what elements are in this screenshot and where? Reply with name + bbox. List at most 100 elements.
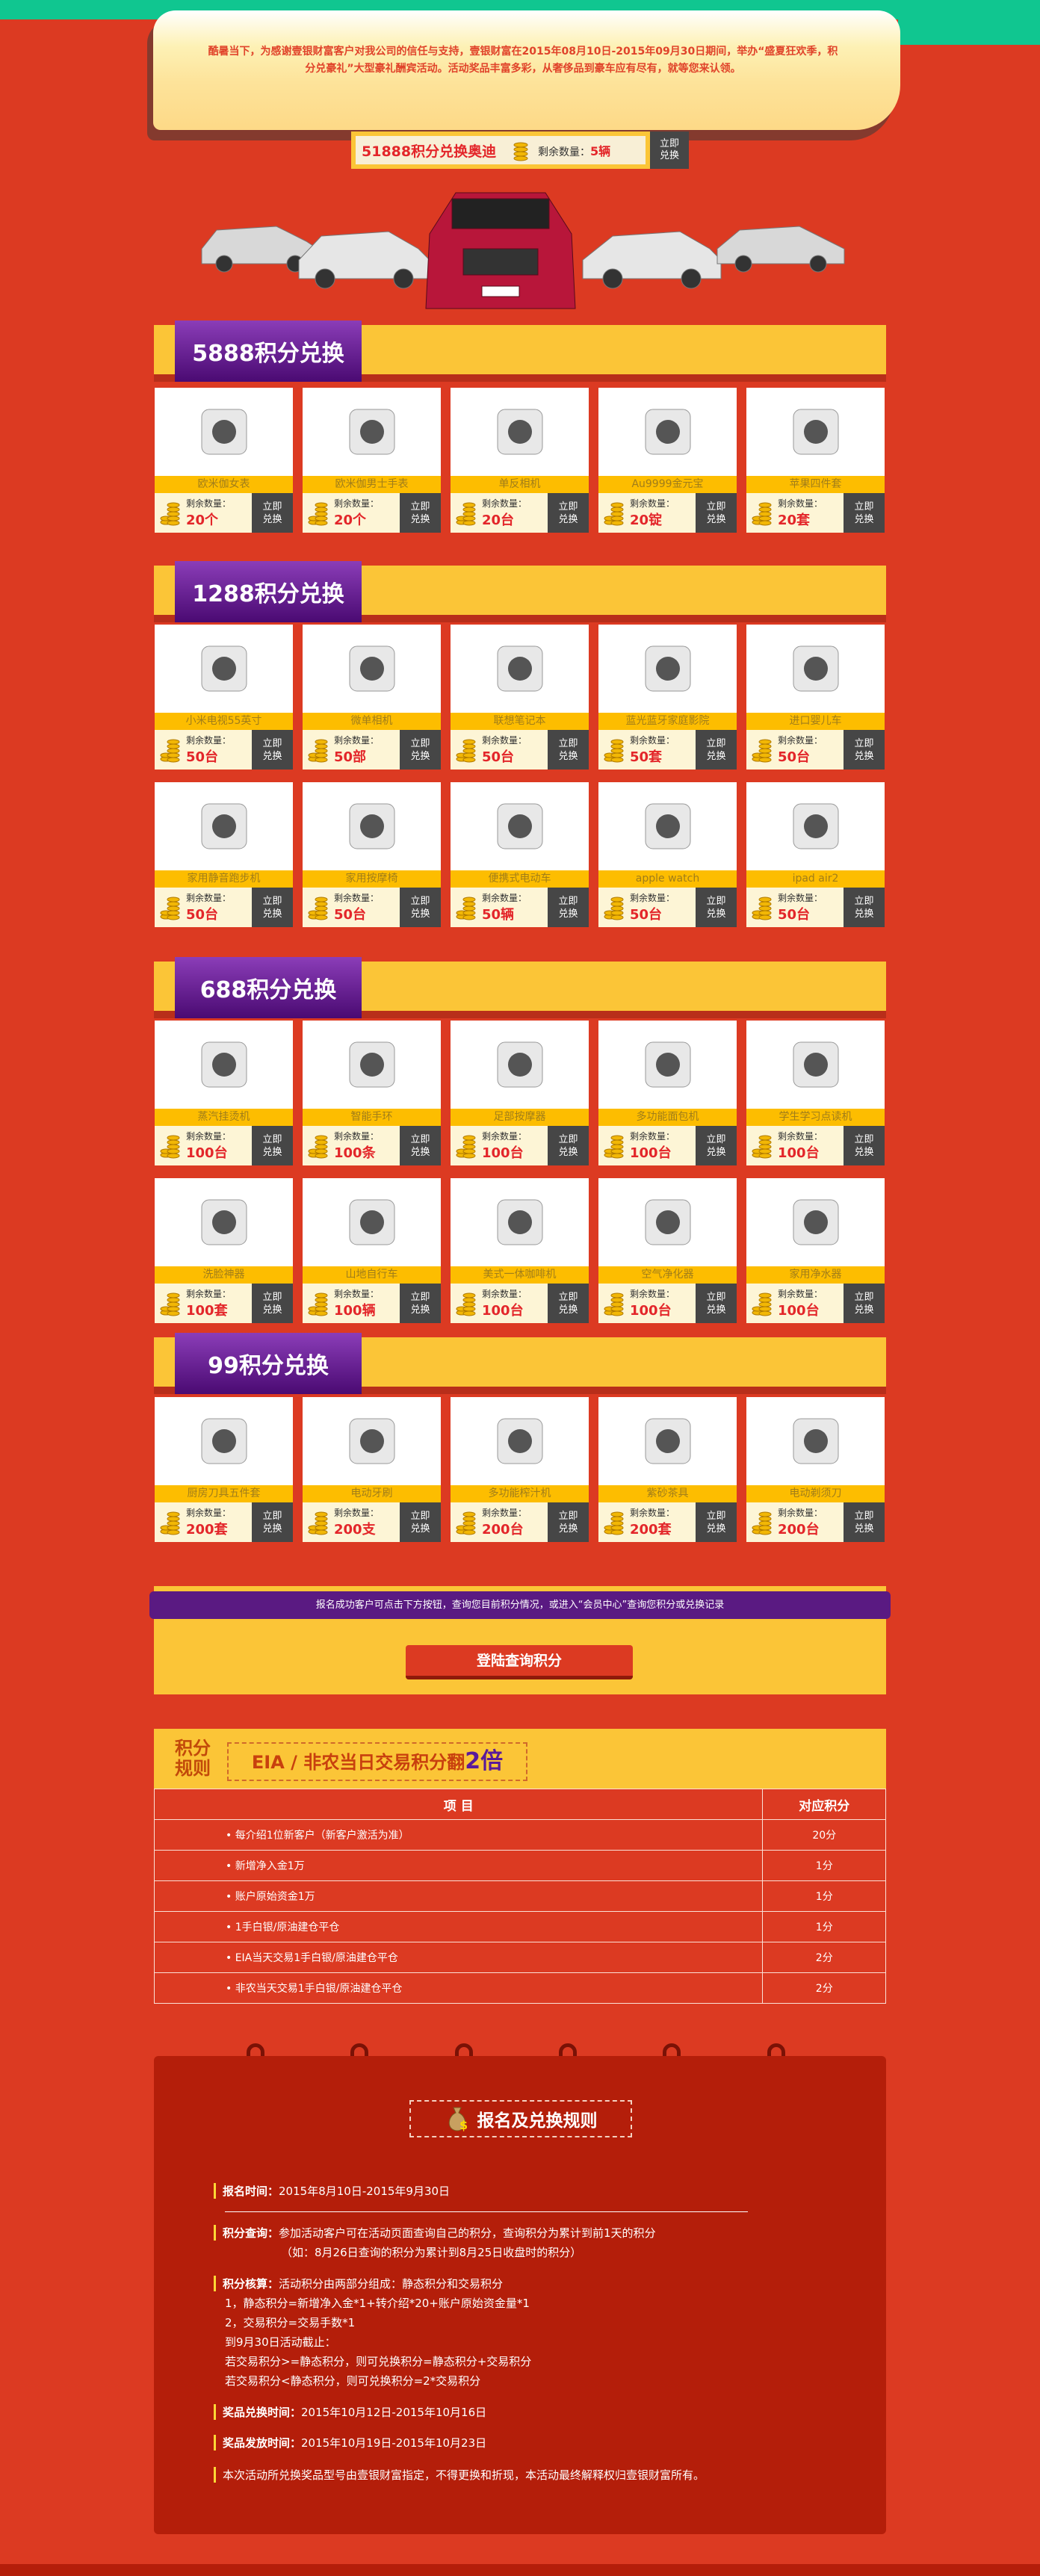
coins-icon [598, 1284, 630, 1323]
exchange-button[interactable]: 立即兑换 [400, 1502, 441, 1542]
rules-table: 项 目对应积分 • 每介绍1位新客户（新客户激活为准） 20分 • 新增净入金1万 1… [153, 1789, 886, 2004]
exchange-label[interactable]: 立即兑换 [854, 501, 874, 526]
remain-label: 剩余数量： [482, 735, 527, 746]
exchange-button[interactable]: 立即兑换 [844, 1284, 885, 1323]
signup-time: 报名时间：2015年8月10日-2015年9月30日 [214, 2183, 450, 2199]
login-query-points-button[interactable]: 登陆查询积分 [406, 1645, 633, 1679]
product-card: 欧米伽男士手表 剩余数量： 20个 立即兑换 [303, 388, 441, 533]
exchange-button[interactable]: 立即兑换 [252, 1126, 293, 1165]
product-image [598, 388, 737, 476]
exchange-label[interactable]: 立即兑换 [262, 1510, 282, 1535]
signup-rules-title: $ 报名及兑换规则 [409, 2100, 632, 2137]
exchange-button[interactable]: 立即兑换 [548, 730, 589, 770]
exchange-label[interactable]: 立即兑换 [558, 501, 578, 526]
remain-label: 剩余数量： [630, 893, 675, 903]
remain-count: 100台 [630, 1145, 672, 1161]
exchange-label[interactable]: 立即兑换 [854, 1291, 874, 1316]
exchange-button[interactable]: 立即兑换 [400, 1126, 441, 1165]
table-row: • 账户原始资金1万 1分 [153, 1880, 886, 1912]
exchange-button[interactable]: 立即兑换 [548, 888, 589, 927]
exchange-label[interactable]: 立即兑换 [262, 1133, 282, 1159]
exchange-button[interactable]: 立即兑换 [252, 1502, 293, 1542]
exchange-label[interactable]: 立即兑换 [410, 1510, 430, 1535]
exchange-button[interactable]: 立即兑换 [252, 730, 293, 770]
remain-label: 剩余数量： [186, 1289, 232, 1299]
exchange-button[interactable]: 立即兑换 [696, 1502, 737, 1542]
exchange-label[interactable]: 立即兑换 [706, 1291, 726, 1316]
exchange-button[interactable]: 立即兑换 [548, 1284, 589, 1323]
exchange-label[interactable]: 立即兑换 [558, 1291, 578, 1316]
exchange-button[interactable]: 立即兑换 [400, 888, 441, 927]
calc-line: 到9月30日活动截止： [225, 2335, 336, 2349]
product-image [598, 782, 737, 870]
exchange-label[interactable]: 立即兑换 [854, 895, 874, 920]
coins-icon [303, 1502, 334, 1542]
remain-label: 剩余数量： [778, 498, 823, 509]
exchange-label[interactable]: 立即兑换 [706, 1510, 726, 1535]
exchange-button[interactable]: 立即兑换 [548, 1126, 589, 1165]
exchange-button[interactable]: 立即兑换 [696, 1126, 737, 1165]
grand-prize-exchange-button[interactable]: 立即兑换 [650, 131, 689, 169]
product-grid: 洗脸神器 剩余数量： 100套 立即兑换 山地自行车 剩余数量： 100辆 立即兑换… [155, 1178, 885, 1323]
exchange-button[interactable]: 立即兑换 [252, 888, 293, 927]
remain-count: 50台 [186, 749, 219, 765]
exchange-button[interactable]: 立即兑换 [548, 1502, 589, 1542]
coins-icon [746, 730, 778, 770]
exchange-button[interactable]: 立即兑换 [844, 1126, 885, 1165]
product-name: 足部按摩器 [451, 1109, 589, 1126]
exchange-label[interactable]: 立即兑换 [410, 1291, 430, 1316]
exchange-label[interactable]: 立即兑换 [706, 501, 726, 526]
exchange-label[interactable]: 立即兑换 [262, 895, 282, 920]
product-name: 智能手环 [303, 1109, 441, 1126]
exchange-button[interactable]: 立即兑换 [400, 730, 441, 770]
exchange-button[interactable]: 立即兑换 [844, 493, 885, 533]
exchange-label[interactable]: 立即兑换 [706, 1133, 726, 1159]
exchange-label[interactable]: 立即兑换 [410, 1133, 430, 1159]
exchange-label[interactable]: 立即兑换 [854, 1510, 874, 1535]
exchange-label[interactable]: 立即兑换 [410, 501, 430, 526]
product-image [598, 625, 737, 713]
exchange-button[interactable]: 立即兑换 [252, 1284, 293, 1323]
exchange-label[interactable]: 立即兑换 [706, 895, 726, 920]
product-grid: 蒸汽挂烫机 剩余数量： 100台 立即兑换 智能手环 剩余数量： 100条 立即兑换… [155, 1021, 885, 1165]
grand-prize-exchange-label[interactable]: 立即兑换 [660, 138, 680, 162]
product-card: 厨房刀具五件套 剩余数量： 200套 立即兑换 [155, 1397, 293, 1542]
exchange-label[interactable]: 立即兑换 [262, 1291, 282, 1316]
exchange-button[interactable]: 立即兑换 [696, 493, 737, 533]
product-image [451, 625, 589, 713]
exchange-button[interactable]: 立即兑换 [400, 1284, 441, 1323]
coins-icon [513, 142, 528, 161]
svg-text:$: $ [459, 2118, 468, 2132]
exchange-label[interactable]: 立即兑换 [706, 737, 726, 763]
exchange-button[interactable]: 立即兑换 [696, 730, 737, 770]
product-name: 多功能面包机 [598, 1109, 737, 1126]
remain-count: 100台 [186, 1145, 228, 1161]
exchange-label[interactable]: 立即兑换 [854, 1133, 874, 1159]
product-card: 美式一体咖啡机 剩余数量： 100台 立即兑换 [451, 1178, 589, 1323]
exchange-button[interactable]: 立即兑换 [400, 493, 441, 533]
exchange-label[interactable]: 立即兑换 [558, 895, 578, 920]
product-image [746, 782, 885, 870]
exchange-label[interactable]: 立即兑换 [262, 501, 282, 526]
exchange-button[interactable]: 立即兑换 [844, 1502, 885, 1542]
exchange-button[interactable]: 立即兑换 [844, 730, 885, 770]
exchange-label[interactable]: 立即兑换 [558, 1133, 578, 1159]
section-title: 99积分兑换 [175, 1333, 362, 1394]
exchange-label[interactable]: 立即兑换 [262, 737, 282, 763]
product-card: 家用净水器 剩余数量： 100台 立即兑换 [746, 1178, 885, 1323]
product-name: 厨房刀具五件套 [155, 1485, 293, 1502]
exchange-label[interactable]: 立即兑换 [410, 895, 430, 920]
exchange-button[interactable]: 立即兑换 [696, 1284, 737, 1323]
exchange-button[interactable]: 立即兑换 [696, 888, 737, 927]
exchange-label[interactable]: 立即兑换 [854, 737, 874, 763]
exchange-label[interactable]: 立即兑换 [410, 737, 430, 763]
exchange-button[interactable]: 立即兑换 [844, 888, 885, 927]
exchange-label[interactable]: 立即兑换 [558, 737, 578, 763]
exchange-label[interactable]: 立即兑换 [558, 1510, 578, 1535]
exchange-button[interactable]: 立即兑换 [252, 493, 293, 533]
product-name: 电动剃须刀 [746, 1485, 885, 1502]
exchange-button[interactable]: 立即兑换 [548, 493, 589, 533]
coins-icon [746, 1284, 778, 1323]
table-row: • 新增净入金1万 1分 [153, 1850, 886, 1881]
remain-label: 剩余数量： [186, 498, 232, 509]
